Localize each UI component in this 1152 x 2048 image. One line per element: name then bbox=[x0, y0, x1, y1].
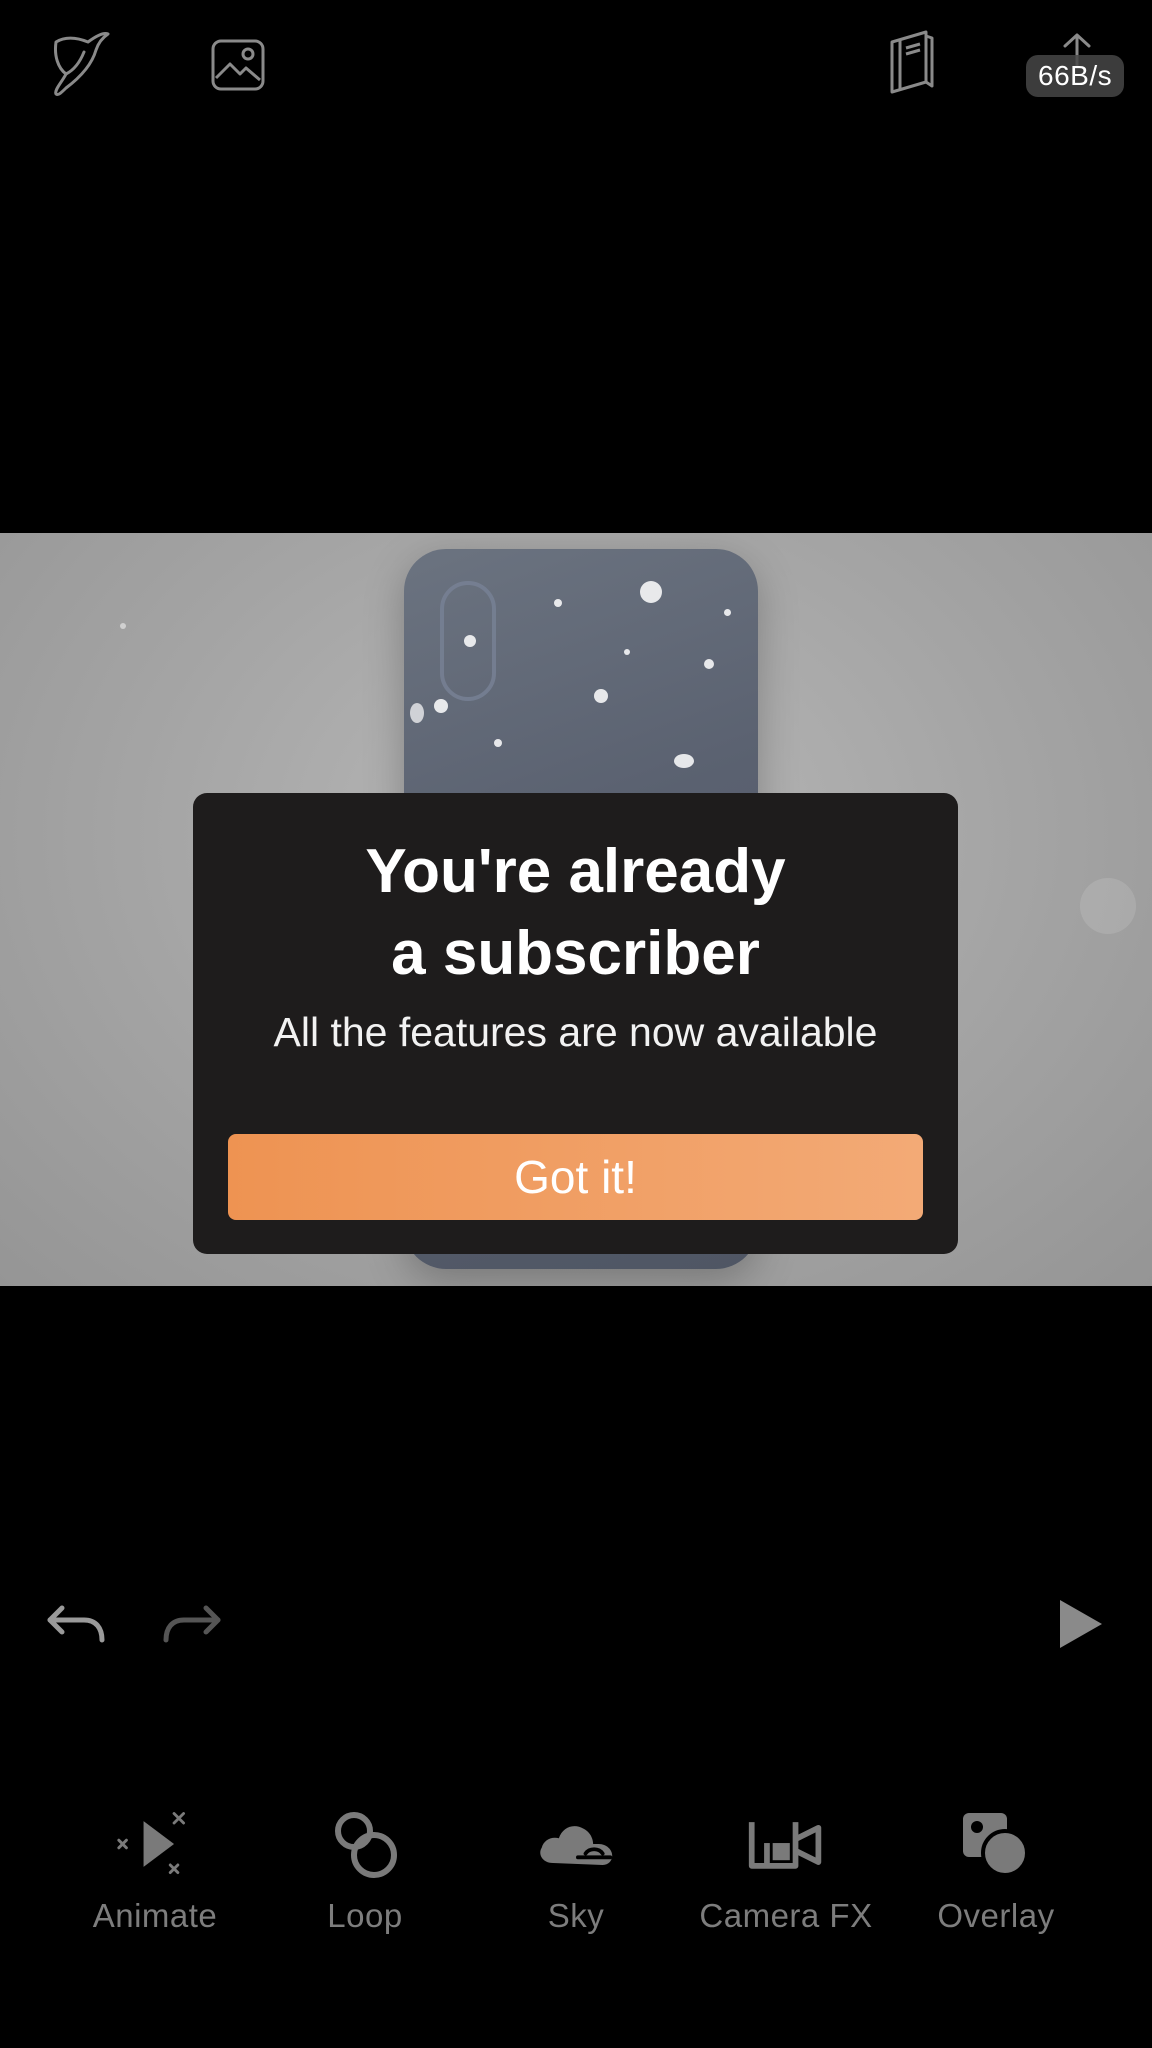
bottom-toolbar: Animate Loop Sky Camera FX Overlay bbox=[0, 1790, 1152, 1970]
bird-logo-icon[interactable] bbox=[44, 26, 114, 100]
snowflake bbox=[120, 623, 126, 629]
animate-icon bbox=[115, 1804, 195, 1884]
snowflake bbox=[624, 649, 630, 655]
network-speed-badge: 66B/s bbox=[1026, 55, 1125, 97]
toolbar-label: Animate bbox=[92, 1897, 218, 1934]
snowflake bbox=[640, 581, 662, 603]
gallery-icon[interactable] bbox=[206, 34, 270, 96]
toolbar-label: Overlay bbox=[937, 1897, 1055, 1934]
snowflake bbox=[434, 699, 448, 713]
overlay-icon bbox=[956, 1804, 1036, 1884]
toolbar-label: Camera FX bbox=[699, 1897, 873, 1934]
got-it-button[interactable]: Got it! bbox=[228, 1134, 923, 1220]
sky-icon bbox=[536, 1804, 616, 1884]
redo-icon[interactable] bbox=[156, 1598, 228, 1650]
dialog-subtitle: All the features are now available bbox=[273, 1009, 878, 1055]
toolbar-item-loop[interactable]: Loop bbox=[260, 1790, 470, 1960]
book-icon[interactable] bbox=[882, 28, 942, 96]
snowflake bbox=[674, 754, 694, 768]
toolbar-item-overlay[interactable]: Overlay bbox=[891, 1790, 1101, 1960]
snowflake bbox=[704, 659, 714, 669]
toolbar-label: Loop bbox=[327, 1897, 403, 1934]
camera-fx-icon bbox=[746, 1804, 826, 1884]
app-screen: 66B/s You're already a subscriber All th… bbox=[0, 0, 1152, 2048]
snowflake bbox=[494, 739, 502, 747]
toolbar-item-camera-fx[interactable]: Camera FX bbox=[681, 1790, 891, 1960]
snowflake bbox=[410, 703, 424, 723]
snowflake bbox=[724, 609, 731, 616]
snowflake bbox=[554, 599, 562, 607]
toolbar-item-sky[interactable]: Sky bbox=[471, 1790, 681, 1960]
subscriber-dialog: You're already a subscriber All the feat… bbox=[193, 793, 958, 1254]
snowflake bbox=[464, 635, 476, 647]
loop-icon bbox=[325, 1804, 405, 1884]
toolbar-item-animate[interactable]: Animate bbox=[50, 1790, 260, 1960]
undo-icon[interactable] bbox=[40, 1598, 112, 1650]
snowflake bbox=[1080, 878, 1136, 934]
dialog-title: You're already a subscriber bbox=[365, 837, 786, 988]
snowflake bbox=[594, 689, 608, 703]
toolbar-label: Sky bbox=[547, 1897, 605, 1934]
play-icon[interactable] bbox=[1050, 1596, 1110, 1652]
